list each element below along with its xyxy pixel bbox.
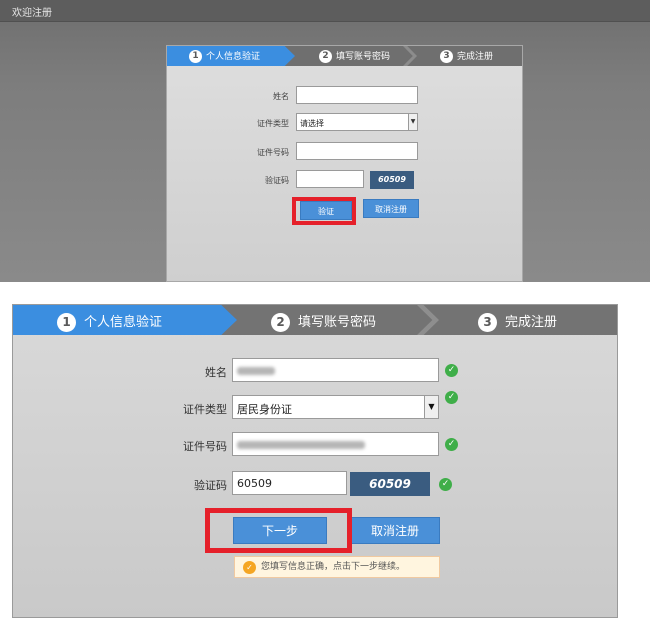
step-2-label: 填写账号密码 [298, 315, 377, 330]
success-notice: ✓ 您填写信息正确，点击下一步继续。 [234, 556, 440, 578]
check-circle-icon: ✓ [243, 561, 256, 574]
name-row: 姓名 [167, 86, 522, 106]
step-progress-bar: 1 个人信息验证 2 填写账号密码 3 完成注册 [13, 305, 617, 335]
idnum-label: 证件号码 [257, 148, 289, 157]
check-icon: ✓ [445, 364, 458, 377]
step-1-number: 1 [57, 313, 76, 332]
captcha-row: 验证码 60509 [167, 170, 522, 190]
step-2-label: 填写账号密码 [336, 52, 391, 62]
step-separator-icon [403, 46, 417, 66]
step-3-number: 3 [478, 313, 497, 332]
blurred-id-number [237, 441, 365, 449]
notice-text: 您填写信息正确，点击下一步继续。 [261, 562, 406, 572]
captcha-input[interactable]: 60509 [232, 471, 347, 495]
name-row: 姓名 ✓ [13, 358, 617, 384]
topbar-title: 欢迎注册 [12, 8, 52, 19]
idtype-selected-value: 居民身份证 [237, 403, 292, 416]
idnum-input[interactable] [232, 432, 439, 456]
registration-panel-filled: 1 个人信息验证 2 填写账号密码 3 完成注册 姓名 ✓ 证件类型 居民身份证 ▼ … [12, 304, 618, 618]
idtype-row: 证件类型 请选择 ▼ [167, 113, 522, 133]
step-2: 2 填写账号密码 [319, 49, 390, 63]
blurred-name [237, 367, 275, 375]
highlight-box-verify [292, 197, 356, 225]
idtype-selected-value: 请选择 [300, 119, 324, 128]
step-separator-icon [417, 305, 439, 335]
idnum-row: 证件号码 [167, 142, 522, 162]
step-1-number: 1 [189, 50, 202, 63]
step-3: 3 完成注册 [478, 311, 557, 332]
captcha-image[interactable]: 60509 [350, 472, 430, 496]
check-icon: ✓ [445, 391, 458, 404]
step-2: 2 填写账号密码 [271, 311, 376, 332]
name-input[interactable] [296, 86, 418, 104]
idnum-input[interactable] [296, 142, 418, 160]
chevron-down-icon[interactable]: ▼ [424, 396, 438, 418]
captcha-label: 验证码 [194, 479, 227, 492]
step-2-number: 2 [319, 50, 332, 63]
step-1: 1 个人信息验证 [57, 311, 162, 332]
idtype-select[interactable]: 居民身份证 ▼ [232, 395, 439, 419]
name-input[interactable] [232, 358, 439, 382]
captcha-image[interactable]: 60509 [370, 171, 414, 189]
cancel-registration-button[interactable]: 取消注册 [350, 517, 440, 544]
check-icon: ✓ [439, 478, 452, 491]
registration-panel: 1 个人信息验证 2 填写账号密码 3 完成注册 姓名 证件类型 请选择 ▼ 证件号码 [166, 45, 523, 282]
highlight-box-next [205, 508, 352, 553]
screenshot-filled-form: 1 个人信息验证 2 填写账号密码 3 完成注册 姓名 ✓ 证件类型 居民身份证 ▼ … [0, 292, 650, 630]
captcha-label: 验证码 [265, 176, 289, 185]
name-label: 姓名 [205, 366, 227, 379]
name-label: 姓名 [273, 92, 289, 101]
step-1: 1 个人信息验证 [189, 49, 260, 63]
captcha-row: 验证码 60509 60509 ✓ [13, 471, 617, 497]
step-progress-bar: 1 个人信息验证 2 填写账号密码 3 完成注册 [167, 46, 522, 66]
step-1-label: 个人信息验证 [84, 315, 163, 330]
step-3-label: 完成注册 [457, 52, 494, 62]
idtype-row: 证件类型 居民身份证 ▼ ✓ [13, 391, 617, 421]
chevron-down-icon[interactable]: ▼ [408, 114, 417, 130]
step-1-label: 个人信息验证 [206, 52, 261, 62]
idtype-label: 证件类型 [257, 119, 289, 128]
step-3-label: 完成注册 [505, 315, 558, 330]
idtype-select[interactable]: 请选择 ▼ [296, 113, 418, 131]
step-3-number: 3 [440, 50, 453, 63]
idnum-label: 证件号码 [183, 440, 227, 453]
idtype-label: 证件类型 [183, 403, 227, 416]
check-icon: ✓ [445, 438, 458, 451]
idnum-row: 证件号码 ✓ [13, 432, 617, 458]
captcha-input[interactable] [296, 170, 364, 188]
top-bar: 欢迎注册 [0, 0, 650, 22]
step-3: 3 完成注册 [440, 49, 493, 63]
screenshot-empty-form: 欢迎注册 1 个人信息验证 2 填写账号密码 3 完成注册 姓名 证件类型 请选择 ▼ [0, 0, 650, 282]
step-2-number: 2 [271, 313, 290, 332]
cancel-registration-button[interactable]: 取消注册 [363, 199, 419, 218]
